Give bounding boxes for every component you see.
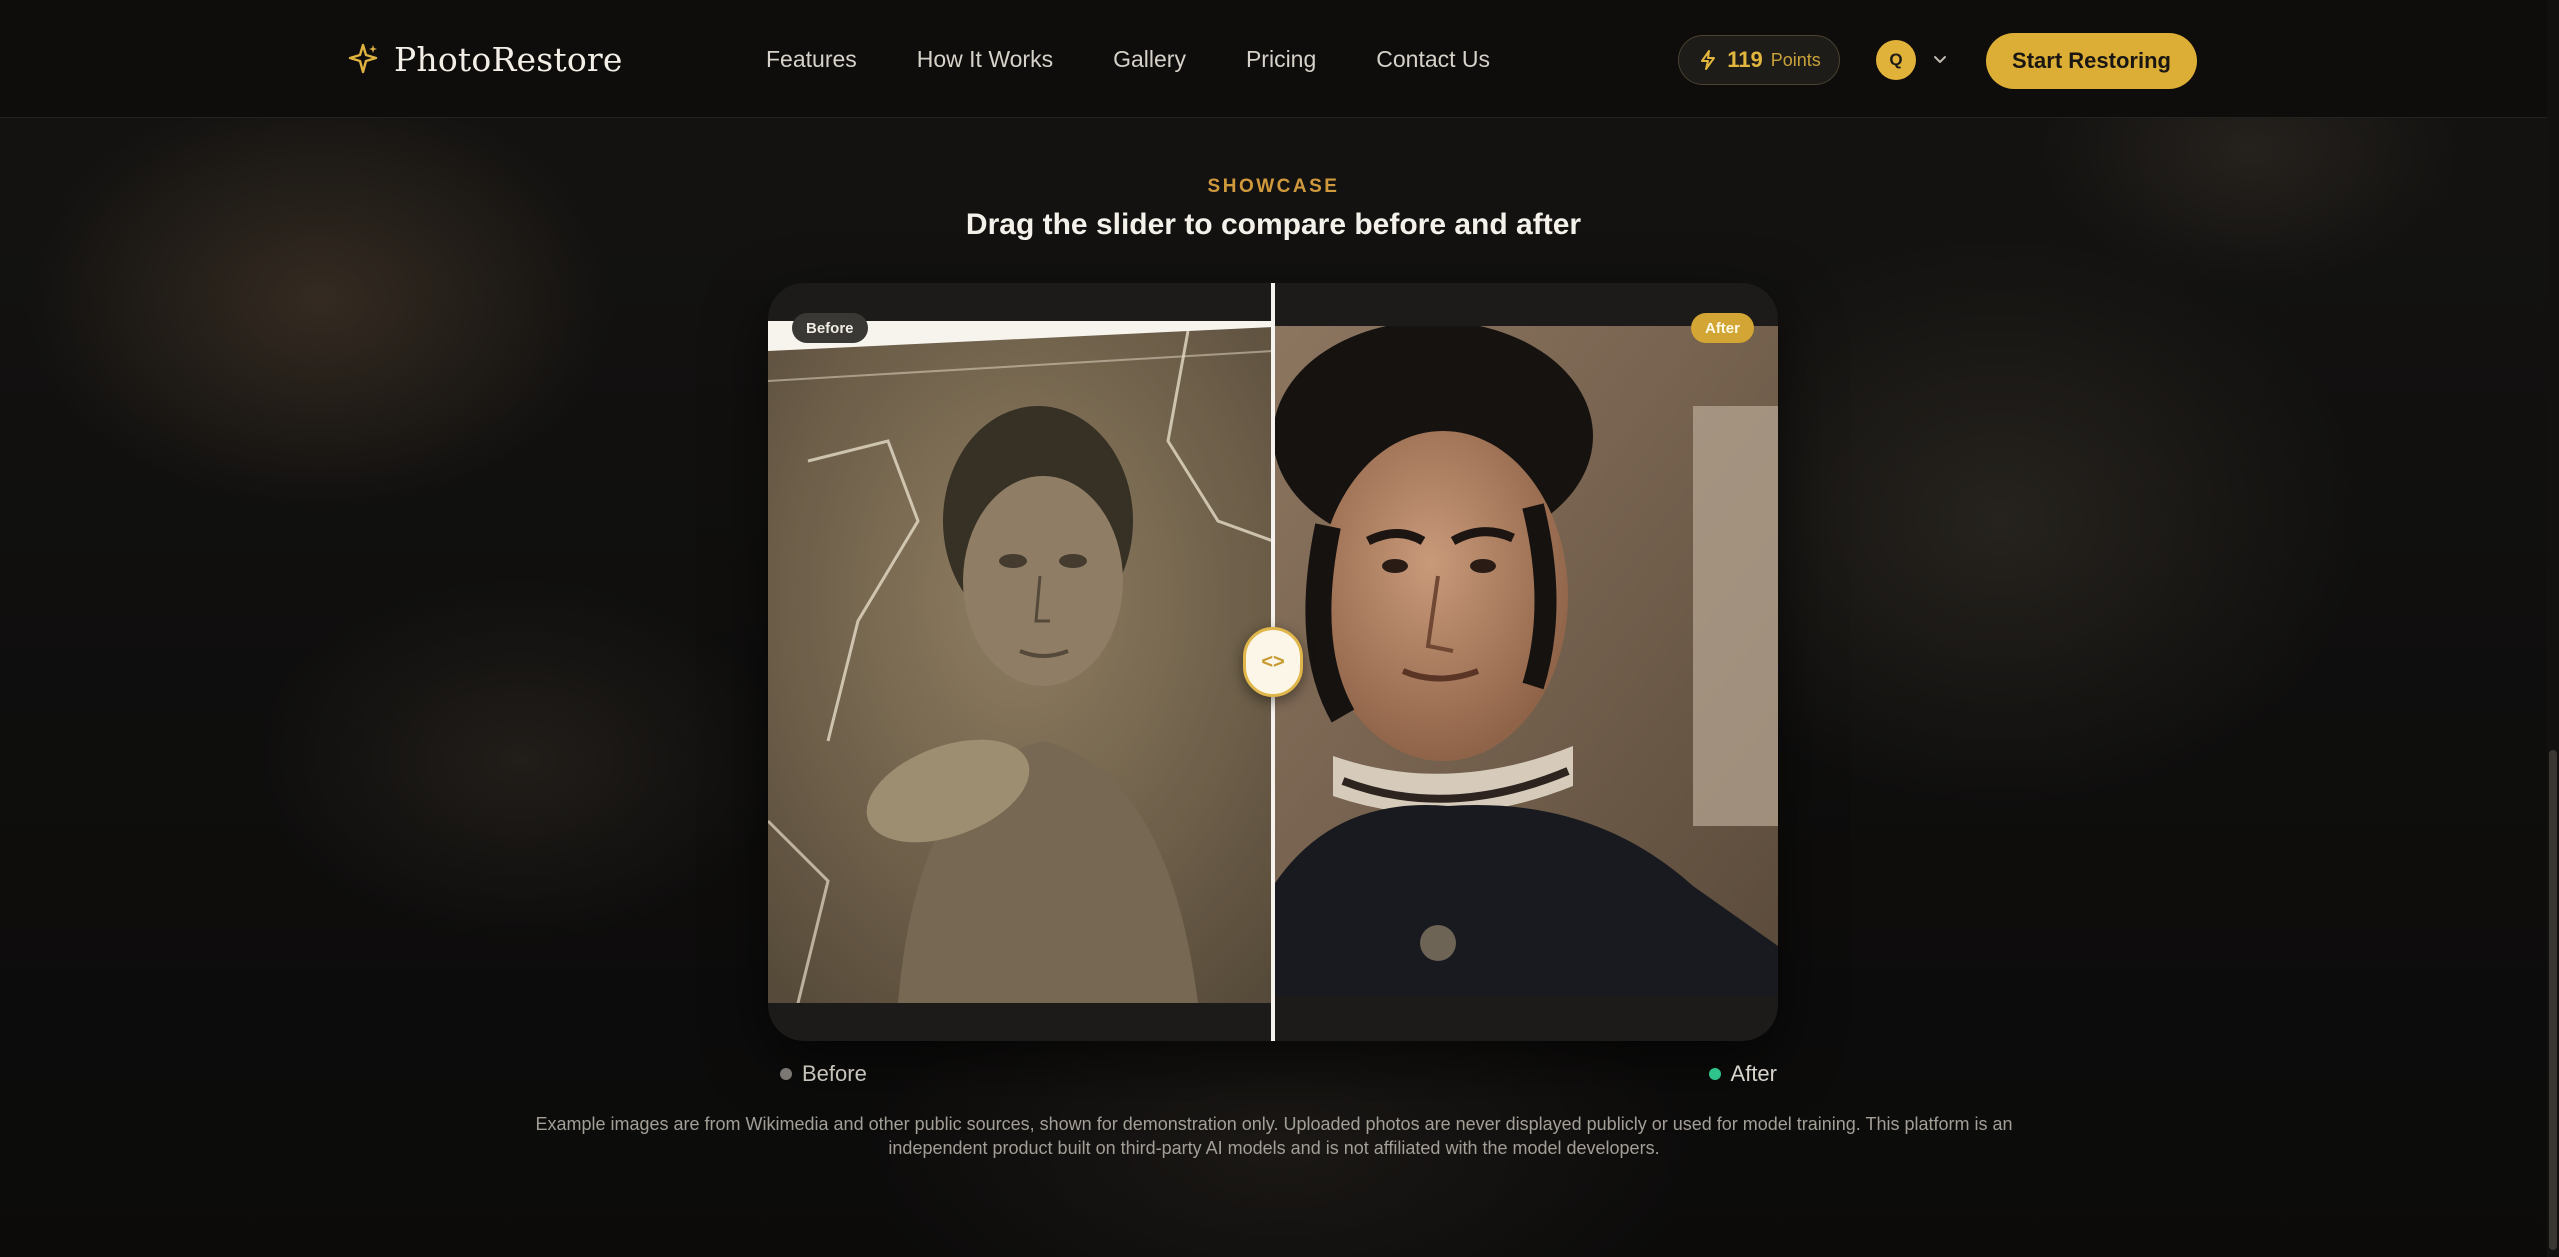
before-badge: Before xyxy=(792,313,868,343)
user-avatar[interactable]: Q xyxy=(1876,40,1916,80)
section-eyebrow: SHOWCASE xyxy=(1207,176,1340,197)
slider-handle[interactable]: <> xyxy=(1243,627,1303,697)
start-restoring-button[interactable]: Start Restoring xyxy=(1986,33,2197,89)
legend-after-label: After xyxy=(1730,1061,1777,1086)
legend-before-dot xyxy=(780,1068,792,1080)
nav-how-it-works[interactable]: How It Works xyxy=(917,46,1053,73)
before-after-comparison[interactable]: Before After <> xyxy=(768,283,1778,1041)
nav-pricing[interactable]: Pricing xyxy=(1246,46,1316,73)
legend-after: After xyxy=(1708,1060,1777,1088)
chevron-down-icon[interactable] xyxy=(1930,50,1950,70)
legend-before: Before xyxy=(780,1060,867,1088)
brand-name: PhotoRestore xyxy=(394,39,623,79)
legend-after-dot xyxy=(1708,1068,1721,1080)
drag-arrows-icon: <> xyxy=(1261,650,1285,673)
lightning-icon xyxy=(1701,50,1716,70)
scrollbar-thumb[interactable] xyxy=(2549,750,2557,1250)
brand-logo-link[interactable]: PhotoRestore xyxy=(346,36,623,82)
sparkle-icon xyxy=(348,43,378,74)
points-balance[interactable]: 119 Points xyxy=(1678,35,1840,85)
main-nav: Features How It Works Gallery Pricing Co… xyxy=(766,40,1490,78)
after-badge: After xyxy=(1690,313,1754,343)
disclaimer-text: Example images are from Wikimedia and ot… xyxy=(535,1114,2013,1158)
before-photo xyxy=(768,321,1273,1003)
section-headline: Drag the slider to compare before and af… xyxy=(965,208,1582,241)
legend-before-label: Before xyxy=(802,1061,867,1086)
top-navbar: PhotoRestore Features How It Works Galle… xyxy=(0,0,2547,118)
points-value: 119 xyxy=(1727,47,1763,72)
points-label: Points xyxy=(1770,49,1821,70)
nav-contact-us[interactable]: Contact Us xyxy=(1376,46,1490,73)
nav-gallery[interactable]: Gallery xyxy=(1113,46,1186,73)
scrollbar[interactable] xyxy=(2547,0,2559,1257)
after-photo xyxy=(1273,326,1778,996)
nav-features[interactable]: Features xyxy=(766,46,857,73)
